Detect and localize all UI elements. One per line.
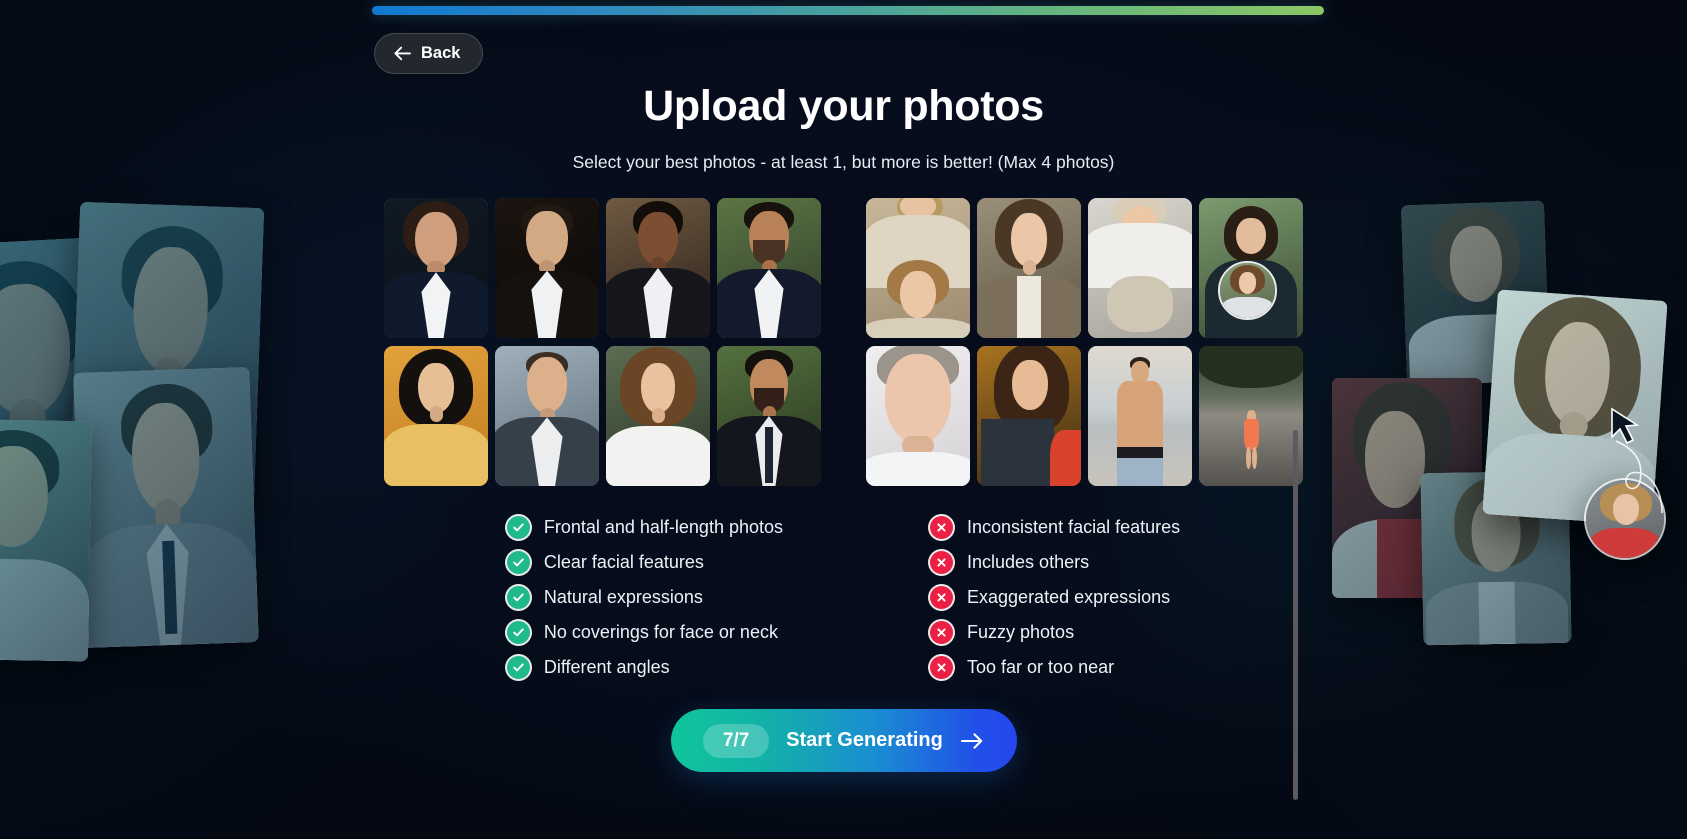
check-circle-icon (506, 656, 530, 679)
arrow-right-icon (960, 732, 984, 750)
good-rule-item: Frontal and half-length photos (506, 510, 784, 545)
check-circle-icon (506, 621, 530, 644)
good-photo-1[interactable] (384, 198, 488, 338)
bad-photo-6[interactable] (977, 346, 1081, 486)
bad-photo-2[interactable] (977, 198, 1081, 338)
good-rule-item: Clear facial features (506, 545, 783, 580)
bad-photo-8[interactable] (1199, 346, 1303, 486)
bad-rule-label: Inconsistent facial features (967, 517, 1181, 537)
x-circle-icon (930, 516, 954, 539)
bad-rule-label: Too far or too near (967, 657, 1115, 677)
good-rule-label: Clear facial features (543, 552, 704, 572)
bad-photo-1[interactable] (866, 198, 970, 338)
check-circle-icon (506, 586, 530, 609)
onboarding-stage: Upload your photos Select your best phot… (0, 0, 1687, 839)
good-photo-6[interactable] (495, 346, 599, 486)
start-generating-label: Start Generating (786, 729, 943, 751)
page-subtitle: Select your best photos - at least 1, bu… (572, 152, 1115, 172)
good-photo-7[interactable] (606, 346, 710, 486)
good-photo-2[interactable] (495, 198, 599, 338)
bad-rule-label: Includes others (967, 552, 1090, 572)
x-circle-icon (930, 586, 954, 609)
bad-rule-label: Exaggerated expressions (967, 587, 1171, 607)
check-circle-icon (506, 516, 530, 539)
page-scrollbar-thumb[interactable] (1293, 430, 1298, 800)
good-photo-5[interactable] (384, 346, 488, 486)
good-photo-4[interactable] (717, 198, 821, 338)
page-title: Upload your photos (643, 82, 1044, 130)
good-rule-item: Natural expressions (506, 580, 783, 615)
start-generating-button[interactable]: 7/7 Start Generating (670, 709, 1017, 772)
good-guidelines-list: Frontal and half-length photos Clear fac… (506, 510, 784, 685)
page-scrollbar[interactable] (1293, 430, 1298, 800)
good-rule-label: No coverings for face or neck (543, 622, 778, 642)
x-circle-icon (930, 551, 954, 574)
bad-photo-7[interactable] (1088, 346, 1192, 486)
example-photo-grids (384, 198, 1303, 486)
good-rule-item: Different angles (506, 650, 783, 685)
bad-photo-3[interactable] (1088, 198, 1192, 338)
good-rule-item: No coverings for face or neck (506, 615, 783, 650)
bad-photo-4[interactable] (1199, 198, 1303, 338)
photo-count-badge: 7/7 (703, 723, 770, 758)
bad-rule-item: Exaggerated expressions (930, 580, 1180, 615)
bad-rule-item: Inconsistent facial features (930, 510, 1180, 545)
good-rule-label: Frontal and half-length photos (543, 517, 784, 537)
bad-rule-item: Fuzzy photos (930, 615, 1180, 650)
bad-photo-5[interactable] (866, 346, 970, 486)
good-photo-3[interactable] (606, 198, 710, 338)
good-rule-label: Different angles (543, 657, 670, 677)
bad-guidelines-list: Inconsistent facial features Includes ot… (930, 510, 1180, 685)
bad-examples-grid (866, 198, 1303, 486)
bad-rule-item: Too far or too near (930, 650, 1180, 685)
guidelines: Frontal and half-length photos Clear fac… (506, 510, 1180, 685)
x-circle-icon (930, 656, 954, 679)
check-circle-icon (506, 551, 530, 574)
bad-rule-item: Includes others (930, 545, 1180, 580)
good-photo-8[interactable] (717, 346, 821, 486)
good-rule-label: Natural expressions (543, 587, 703, 607)
good-examples-grid (384, 198, 821, 486)
x-circle-icon (930, 621, 954, 644)
bad-rule-label: Fuzzy photos (967, 622, 1075, 642)
